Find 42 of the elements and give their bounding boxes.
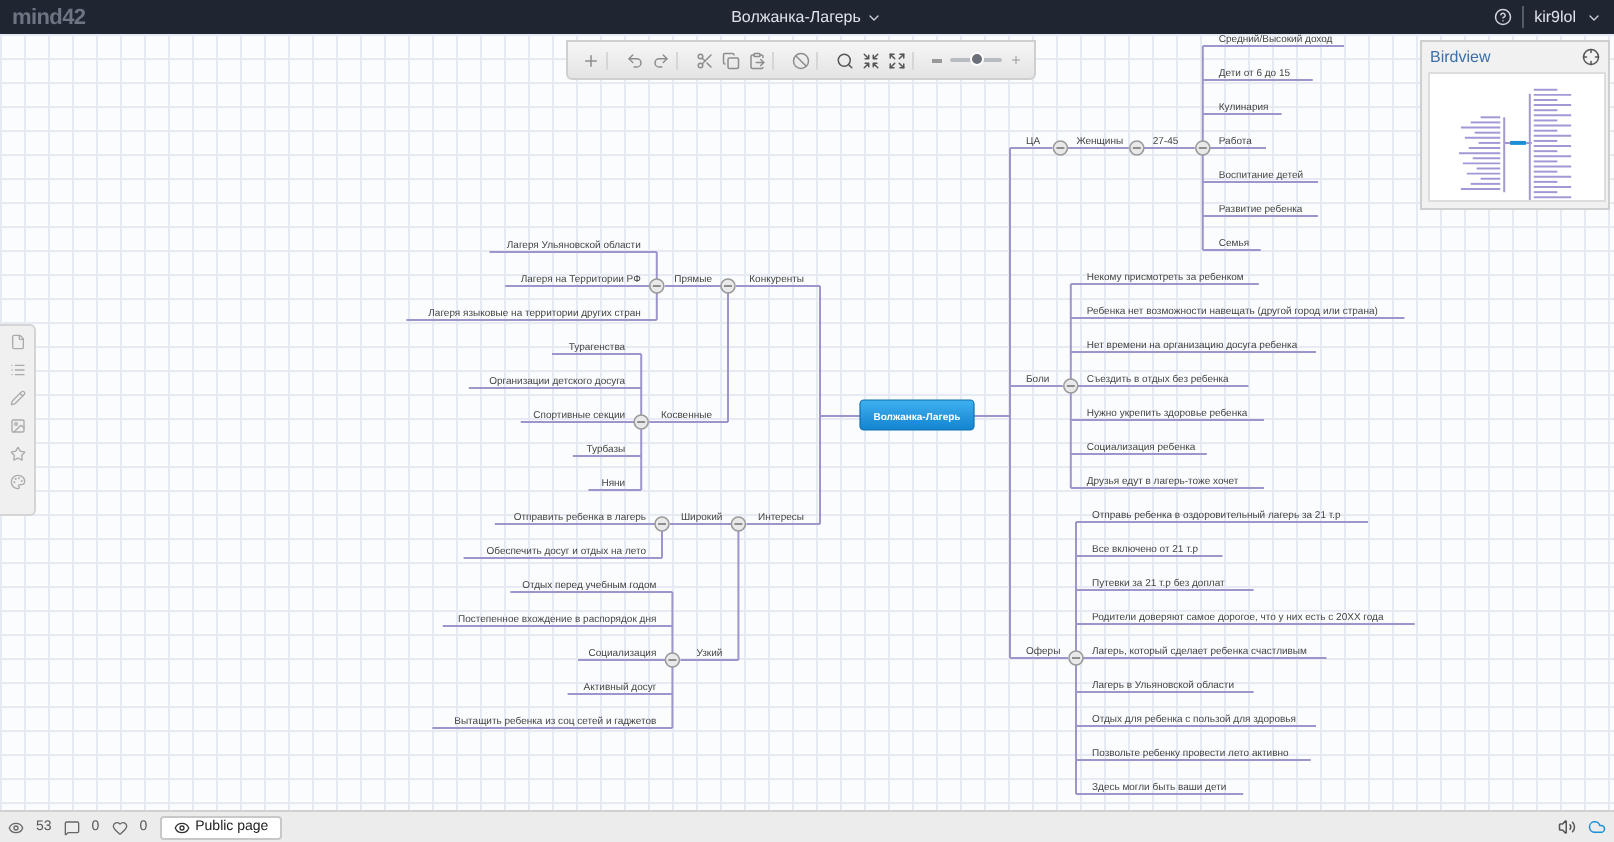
- collapse-toggle[interactable]: [654, 516, 670, 532]
- map-title[interactable]: Волжанка-Лагерь: [731, 8, 861, 26]
- collapse-toggle[interactable]: [1068, 650, 1084, 666]
- collapse-toggle[interactable]: [633, 414, 649, 430]
- collapse-toggle[interactable]: [1129, 140, 1145, 156]
- collapse-icon[interactable]: [861, 51, 879, 69]
- expand-icon[interactable]: [887, 51, 905, 69]
- zoom-in-icon[interactable]: [1009, 54, 1021, 66]
- add-icon[interactable]: [581, 51, 599, 69]
- eye-icon: [173, 819, 190, 835]
- crosshair-icon[interactable]: [1582, 48, 1600, 66]
- panel-title: Birdview: [1430, 48, 1491, 66]
- collapse-toggle[interactable]: [1052, 140, 1069, 156]
- help-icon[interactable]: [1494, 8, 1513, 26]
- palette-icon[interactable]: [9, 474, 25, 490]
- redo-icon[interactable]: [651, 51, 669, 69]
- ban-icon[interactable]: [791, 51, 809, 69]
- comment-icon: [63, 819, 80, 835]
- collapse-toggle[interactable]: [720, 278, 736, 294]
- zoom-thumb[interactable]: [970, 52, 985, 66]
- eye-icon: [8, 819, 24, 835]
- zoom-out-icon[interactable]: [931, 55, 941, 65]
- list-icon[interactable]: [9, 362, 25, 378]
- cloud-icon[interactable]: [1588, 818, 1606, 836]
- search-icon[interactable]: [835, 51, 853, 69]
- copy-icon[interactable]: [721, 51, 739, 69]
- undo-icon[interactable]: [625, 51, 643, 69]
- pencil-icon[interactable]: [9, 390, 25, 406]
- heart-icon: [111, 819, 128, 835]
- star-icon[interactable]: [9, 446, 25, 462]
- file-icon[interactable]: [9, 334, 25, 350]
- speaker-icon[interactable]: [1558, 818, 1576, 836]
- cut-icon[interactable]: [695, 51, 713, 69]
- collapse-toggle[interactable]: [649, 278, 665, 294]
- paste-icon[interactable]: [747, 51, 765, 69]
- collapse-toggle[interactable]: [1063, 378, 1079, 394]
- image-icon[interactable]: [9, 418, 25, 434]
- minimap-drawing[interactable]: [1457, 88, 1573, 201]
- collapse-toggle[interactable]: [1195, 140, 1211, 156]
- user-name[interactable]: kir9lol: [1534, 8, 1576, 26]
- collapse-toggle[interactable]: [664, 652, 681, 668]
- collapse-toggle[interactable]: [730, 516, 747, 532]
